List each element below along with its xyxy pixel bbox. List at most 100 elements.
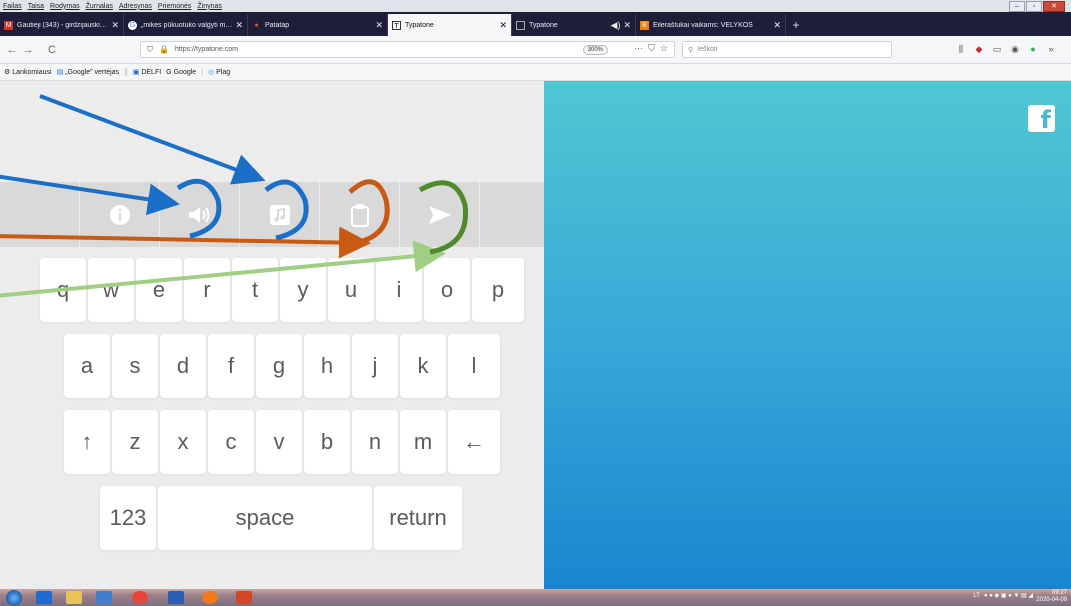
- key-d[interactable]: d: [160, 334, 206, 398]
- close-tab-icon[interactable]: ✕: [111, 20, 119, 31]
- key-return[interactable]: return: [374, 486, 462, 550]
- window-icon[interactable]: [96, 591, 112, 604]
- sidebar-icon[interactable]: ▭: [991, 43, 1003, 55]
- close-tab-icon[interactable]: ✕: [623, 20, 631, 31]
- tab-title: Typatone: [405, 21, 434, 29]
- close-window-button[interactable]: ✕: [1043, 1, 1065, 12]
- key-h[interactable]: h: [304, 334, 350, 398]
- key-u[interactable]: u: [328, 258, 374, 322]
- key-backspace[interactable]: ←: [448, 410, 500, 474]
- close-tab-icon[interactable]: ✕: [375, 20, 383, 31]
- key-n[interactable]: n: [352, 410, 398, 474]
- key-z[interactable]: z: [112, 410, 158, 474]
- chrome-icon[interactable]: [132, 591, 148, 604]
- key-k[interactable]: k: [400, 334, 446, 398]
- overflow-icon[interactable]: »: [1045, 43, 1057, 55]
- key-shift[interactable]: ↑: [64, 410, 110, 474]
- zoom-level[interactable]: 300%: [582, 45, 608, 55]
- clock[interactable]: 09:27 2020-04-09: [1036, 590, 1067, 604]
- forward-button[interactable]: →: [20, 42, 36, 58]
- facebook-share-button[interactable]: f: [1028, 105, 1055, 132]
- tab-google[interactable]: G „mikės pūkuotuko valgyti medų ✕: [124, 14, 248, 36]
- tab-typatone[interactable]: Typatone ◀) ✕: [512, 14, 636, 36]
- url-bar[interactable]: ⛉ 🔒 https://typatone.com 300% ··· ⛉ ☆: [140, 41, 675, 58]
- back-button[interactable]: ←: [4, 42, 20, 58]
- lock-icon[interactable]: 🔒: [159, 45, 169, 54]
- key-g[interactable]: g: [256, 334, 302, 398]
- bookmark-translate[interactable]: ▤ „Google" vertėjas: [57, 68, 119, 76]
- start-orb[interactable]: [6, 590, 22, 606]
- key-x[interactable]: x: [160, 410, 206, 474]
- close-tab-icon[interactable]: ✕: [773, 20, 781, 31]
- speaker-icon[interactable]: ◀): [611, 20, 621, 31]
- bookmark-star-icon[interactable]: ☆: [660, 43, 668, 54]
- outlook-icon[interactable]: [36, 591, 52, 604]
- word-icon[interactable]: [168, 591, 184, 604]
- key-i[interactable]: i: [376, 258, 422, 322]
- sync-icon[interactable]: ●: [1027, 43, 1039, 55]
- close-tab-icon[interactable]: ✕: [235, 20, 243, 31]
- menu-view[interactable]: Rodymas: [50, 3, 80, 10]
- bookmark-lankomiausi[interactable]: ⚙ Lankomiausi: [4, 68, 52, 76]
- key-j[interactable]: j: [352, 334, 398, 398]
- new-tab-button[interactable]: +: [786, 14, 806, 36]
- tray-icons[interactable]: ● ● ◆ ▣ ● ▼ ▤ ◢: [984, 592, 1033, 599]
- maximize-button[interactable]: ▫: [1026, 1, 1042, 12]
- key-space[interactable]: space: [158, 486, 372, 550]
- key-t[interactable]: t: [232, 258, 278, 322]
- addon-icon[interactable]: ◉: [1009, 43, 1021, 55]
- language-indicator[interactable]: LT: [973, 593, 980, 599]
- info-button[interactable]: [80, 182, 160, 247]
- send-button[interactable]: [400, 182, 480, 247]
- clipboard-button[interactable]: [320, 182, 400, 247]
- sound-button[interactable]: [160, 182, 240, 247]
- extension-icon[interactable]: ◆: [973, 43, 985, 55]
- key-e[interactable]: e: [136, 258, 182, 322]
- tab-gmail[interactable]: M Gautieji (343) - girdzijauskiene@ ✕: [0, 14, 124, 36]
- pocket-icon[interactable]: ⛉: [648, 43, 655, 54]
- tab-typatone-active[interactable]: T Typatone ✕: [388, 14, 512, 36]
- key-f[interactable]: f: [208, 334, 254, 398]
- key-b[interactable]: b: [304, 410, 350, 474]
- shield-icon[interactable]: ⛉: [147, 45, 153, 55]
- firefox-icon[interactable]: [202, 591, 218, 604]
- bookmark-plag[interactable]: ◎ Plag: [208, 68, 230, 76]
- tab-blogger[interactable]: B Eilėraštukai vaikams: VELYKOS ✕: [636, 14, 786, 36]
- key-c[interactable]: c: [208, 410, 254, 474]
- key-r[interactable]: r: [184, 258, 230, 322]
- search-input[interactable]: ⚲ Ieškoti: [682, 41, 892, 58]
- tab-patatap[interactable]: ● Patatap ✕: [248, 14, 388, 36]
- key-o[interactable]: o: [424, 258, 470, 322]
- menu-file[interactable]: Failas: [3, 3, 22, 10]
- powerpoint-icon[interactable]: [236, 591, 252, 604]
- send-icon: [428, 205, 451, 224]
- key-w[interactable]: w: [88, 258, 134, 322]
- key-q[interactable]: q: [40, 258, 86, 322]
- key-s[interactable]: s: [112, 334, 158, 398]
- key-v[interactable]: v: [256, 410, 302, 474]
- library-icon[interactable]: ⫼: [955, 43, 967, 55]
- url-text[interactable]: https://typatone.com: [175, 46, 238, 53]
- menu-bookmarks[interactable]: Adresynas: [119, 3, 152, 10]
- patatap-icon: ●: [254, 21, 259, 29]
- close-tab-icon[interactable]: ✕: [499, 20, 507, 31]
- key-p[interactable]: p: [472, 258, 524, 322]
- bookmark-google[interactable]: G Google: [166, 69, 196, 76]
- key-numbers[interactable]: 123: [100, 486, 156, 550]
- explorer-icon[interactable]: [66, 591, 82, 604]
- key-a[interactable]: a: [64, 334, 110, 398]
- page-actions-icon[interactable]: ···: [634, 43, 643, 54]
- menu-edit[interactable]: Taisa: [28, 3, 44, 10]
- tool-empty: [0, 182, 80, 247]
- bookmark-delfi[interactable]: ▣ DELFI: [133, 68, 161, 76]
- minimize-button[interactable]: –: [1009, 1, 1025, 12]
- menu-history[interactable]: Žurnalas: [86, 3, 113, 10]
- reload-button[interactable]: C: [44, 42, 60, 58]
- key-m[interactable]: m: [400, 410, 446, 474]
- key-y[interactable]: y: [280, 258, 326, 322]
- typatone-canvas[interactable]: f: [544, 81, 1071, 589]
- music-button[interactable]: [240, 182, 320, 247]
- key-l[interactable]: l: [448, 334, 500, 398]
- menu-help[interactable]: Žinynas: [197, 3, 222, 10]
- menu-tools[interactable]: Priemonės: [158, 3, 191, 10]
